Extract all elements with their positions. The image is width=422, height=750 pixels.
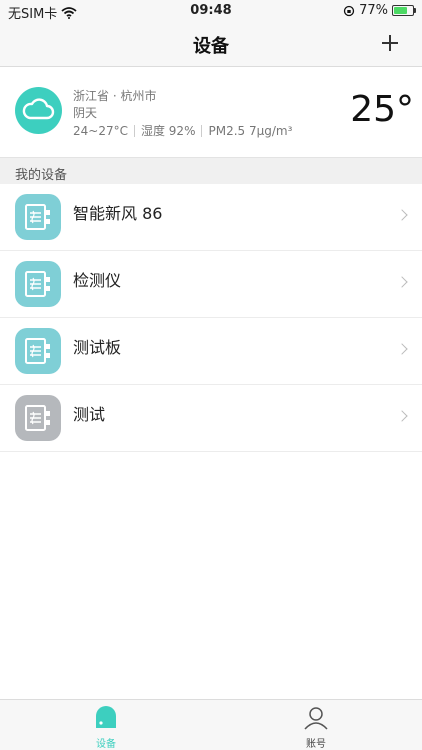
device-glyph <box>25 204 50 230</box>
section-title: 我的设备 <box>15 168 68 183</box>
device-name: 智能新风 86 <box>73 204 163 223</box>
device-name: 测试 <box>73 405 106 424</box>
chevron-right-icon <box>396 410 408 422</box>
cloud-icon <box>22 98 55 120</box>
fresh-air-device-icon <box>15 328 61 374</box>
status-right: 77% <box>343 3 416 18</box>
orientation-lock-icon <box>343 5 355 16</box>
current-temperature: 25° <box>350 89 414 130</box>
pm25: PM2.5 7μg/m³ <box>208 123 293 138</box>
humidity: 湿度 92% <box>140 124 196 138</box>
tab-label: 设备 <box>96 739 116 750</box>
device-list: 智能新风 86 检测仪 测试板 测试 <box>0 184 422 452</box>
device-glyph <box>25 405 50 431</box>
weather-condition: 阴天 <box>73 106 98 120</box>
battery-icon <box>392 5 416 16</box>
add-device-button[interactable] <box>372 26 406 60</box>
chevron-right-icon <box>396 276 408 288</box>
page-title: 设备 <box>193 36 229 57</box>
status-bar: 无SIM卡 09:48 77% <box>0 0 422 22</box>
devices-section-header: 我的设备 <box>0 157 422 185</box>
weather-card[interactable]: 浙江省 · 杭州市 阴天 24~27°C 湿度 92% PM2.5 7μg/m³… <box>0 67 422 157</box>
device-tab-icon <box>96 706 116 728</box>
tab-account[interactable]: 账号 <box>286 706 346 750</box>
battery-fill <box>394 7 407 14</box>
fresh-air-device-icon <box>15 194 61 240</box>
navigation-bar: 设备 <box>0 22 422 67</box>
device-row[interactable]: 检测仪 <box>0 251 422 318</box>
device-row[interactable]: 智能新风 86 <box>0 184 422 251</box>
device-name: 检测仪 <box>73 271 122 290</box>
chevron-right-icon <box>396 343 408 355</box>
device-row[interactable]: 测试板 <box>0 318 422 385</box>
weather-details: 24~27°C 湿度 92% PM2.5 7μg/m³ <box>73 122 292 139</box>
device-glyph <box>25 338 50 364</box>
device-name: 测试板 <box>73 338 122 357</box>
fresh-air-device-icon <box>15 261 61 307</box>
chevron-right-icon <box>396 209 408 221</box>
weather-location: 浙江省 · 杭州市 <box>73 89 157 103</box>
temperature-range: 24~27°C <box>73 123 128 138</box>
device-glyph <box>25 271 50 297</box>
device-row[interactable]: 测试 <box>0 385 422 452</box>
tab-label: 账号 <box>306 739 326 750</box>
weather-icon-badge <box>15 87 62 134</box>
fresh-air-device-icon <box>15 395 61 441</box>
divider <box>133 124 135 137</box>
divider <box>201 124 203 137</box>
person-icon <box>304 707 328 730</box>
tab-devices[interactable]: 设备 <box>76 706 136 750</box>
tab-bar: 设备 账号 <box>0 699 422 750</box>
battery-percent: 77% <box>359 3 388 18</box>
